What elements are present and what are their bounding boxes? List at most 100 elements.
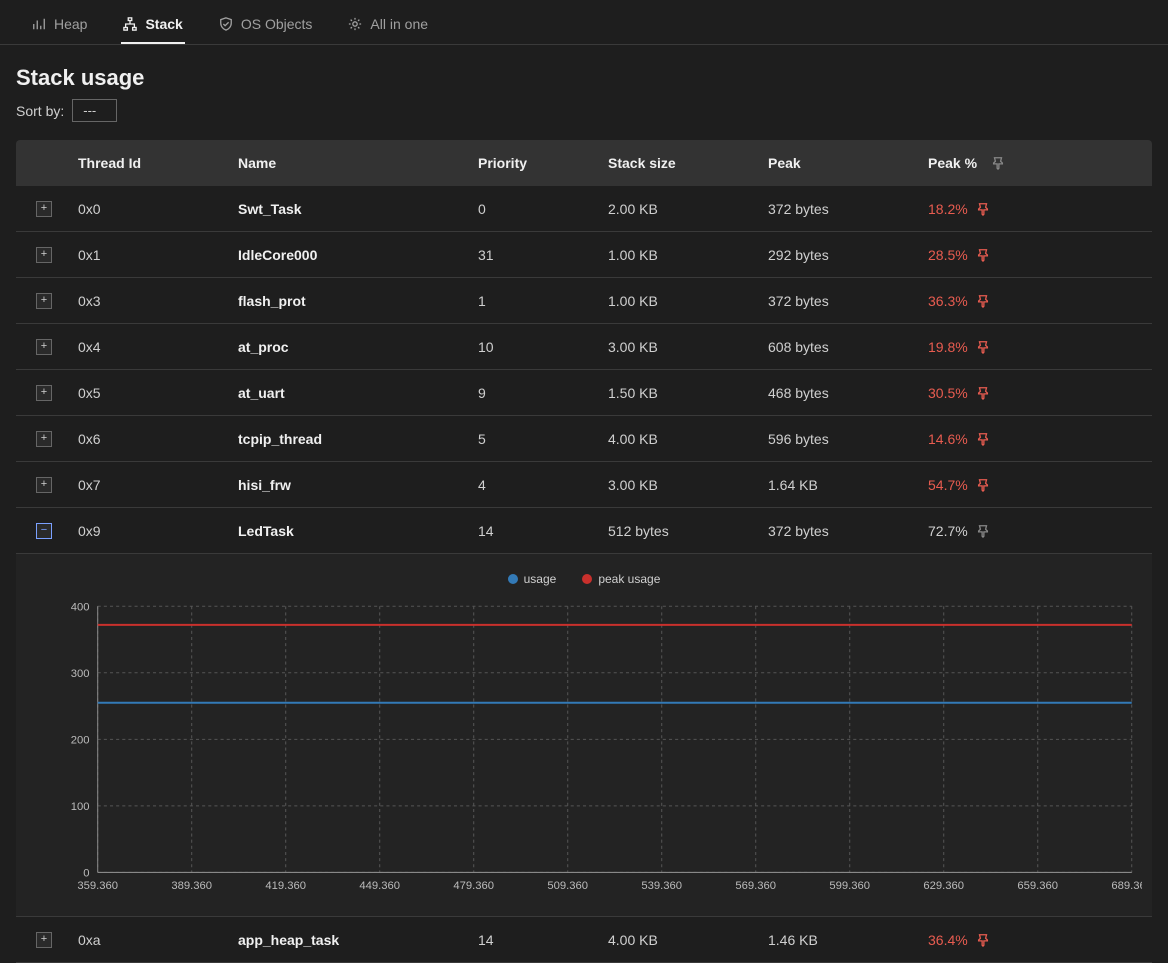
svg-text:689.360: 689.360 [1111, 880, 1142, 892]
cell-name: app_heap_task [232, 932, 472, 948]
pin-icon[interactable] [976, 524, 990, 538]
gear-icon [348, 17, 362, 31]
svg-text:539.360: 539.360 [641, 880, 682, 892]
cell-stack-size: 1.00 KB [602, 293, 762, 309]
cell-name: LedTask [232, 523, 472, 539]
svg-text:100: 100 [71, 801, 90, 813]
cell-stack-size: 3.00 KB [602, 339, 762, 355]
cell-stack-size: 3.00 KB [602, 477, 762, 493]
tab-label: All in one [370, 16, 428, 32]
cell-thread-id: 0x6 [72, 431, 232, 447]
cell-peak-pct: 72.7% [922, 523, 1152, 539]
cell-peak: 1.64 KB [762, 477, 922, 493]
expand-toggle[interactable]: + [36, 293, 52, 309]
cell-thread-id: 0x7 [72, 477, 232, 493]
sort-select[interactable]: --- [72, 99, 117, 122]
stack-table: Thread Id Name Priority Stack size Peak … [16, 140, 1152, 554]
legend-peak-usage[interactable]: peak usage [582, 572, 660, 586]
cell-peak: 1.46 KB [762, 932, 922, 948]
cell-stack-size: 4.00 KB [602, 431, 762, 447]
expand-toggle[interactable]: + [36, 477, 52, 493]
tab-bar: Heap Stack OS Objects All in one [0, 0, 1168, 45]
cell-stack-size: 512 bytes [602, 523, 762, 539]
table-row: + 0x0 Swt_Task 0 2.00 KB 372 bytes 18.2% [16, 186, 1152, 232]
cell-name: tcpip_thread [232, 431, 472, 447]
pin-icon[interactable] [976, 386, 990, 400]
tab-all-in-one[interactable]: All in one [346, 12, 430, 44]
table-row: + 0x3 flash_prot 1 1.00 KB 372 bytes 36.… [16, 278, 1152, 324]
cell-name: IdleCore000 [232, 247, 472, 263]
cell-peak-pct: 28.5% [922, 247, 1152, 263]
col-stack-size[interactable]: Stack size [602, 155, 762, 171]
cell-peak-pct: 14.6% [922, 431, 1152, 447]
svg-text:479.360: 479.360 [453, 880, 494, 892]
svg-text:200: 200 [71, 734, 90, 746]
shield-icon [219, 17, 233, 31]
cell-priority: 10 [472, 339, 602, 355]
tab-label: OS Objects [241, 16, 313, 32]
pin-icon[interactable] [976, 933, 990, 947]
svg-text:599.360: 599.360 [829, 880, 870, 892]
expand-toggle[interactable]: − [36, 523, 52, 539]
legend-usage[interactable]: usage [508, 572, 557, 586]
svg-text:359.360: 359.360 [77, 880, 118, 892]
svg-text:629.360: 629.360 [923, 880, 964, 892]
svg-text:569.360: 569.360 [735, 880, 776, 892]
expand-toggle[interactable]: + [36, 339, 52, 355]
expand-toggle[interactable]: + [36, 431, 52, 447]
tab-label: Stack [145, 16, 182, 32]
col-peak-pct[interactable]: Peak % [922, 155, 1152, 171]
cell-priority: 14 [472, 523, 602, 539]
pin-icon[interactable] [976, 248, 990, 262]
table-row: + 0x4 at_proc 10 3.00 KB 608 bytes 19.8% [16, 324, 1152, 370]
cell-peak-pct: 30.5% [922, 385, 1152, 401]
table-row: − 0x9 LedTask 14 512 bytes 372 bytes 72.… [16, 508, 1152, 554]
col-thread-id[interactable]: Thread Id [72, 155, 232, 171]
pin-icon [991, 156, 1005, 170]
cell-peak: 468 bytes [762, 385, 922, 401]
cell-thread-id: 0x0 [72, 201, 232, 217]
bar-chart-icon [32, 17, 46, 31]
cell-stack-size: 1.50 KB [602, 385, 762, 401]
tab-heap[interactable]: Heap [30, 12, 89, 44]
cell-stack-size: 2.00 KB [602, 201, 762, 217]
cell-priority: 9 [472, 385, 602, 401]
pin-icon[interactable] [976, 294, 990, 308]
pin-icon[interactable] [976, 478, 990, 492]
cell-priority: 0 [472, 201, 602, 217]
expand-toggle[interactable]: + [36, 247, 52, 263]
pin-icon[interactable] [976, 340, 990, 354]
usage-chart: 0100200300400359.360389.360419.360449.36… [26, 596, 1142, 903]
col-peak[interactable]: Peak [762, 155, 922, 171]
cell-thread-id: 0x9 [72, 523, 232, 539]
svg-text:419.360: 419.360 [265, 880, 306, 892]
table-row: + 0x6 tcpip_thread 5 4.00 KB 596 bytes 1… [16, 416, 1152, 462]
table-header-row: Thread Id Name Priority Stack size Peak … [16, 140, 1152, 186]
cell-thread-id: 0x3 [72, 293, 232, 309]
sort-row: Sort by: --- [0, 99, 1168, 140]
svg-text:400: 400 [71, 601, 90, 613]
pin-icon[interactable] [976, 432, 990, 446]
svg-text:449.360: 449.360 [359, 880, 400, 892]
expand-toggle[interactable]: + [36, 932, 52, 948]
chart-legend: usage peak usage [26, 572, 1142, 586]
sitemap-icon [123, 17, 137, 31]
tab-label: Heap [54, 16, 87, 32]
expand-toggle[interactable]: + [36, 201, 52, 217]
tab-stack[interactable]: Stack [121, 12, 184, 44]
col-priority[interactable]: Priority [472, 155, 602, 171]
cell-peak: 372 bytes [762, 201, 922, 217]
table-row: + 0x5 at_uart 9 1.50 KB 468 bytes 30.5% [16, 370, 1152, 416]
cell-peak-pct: 18.2% [922, 201, 1152, 217]
cell-stack-size: 4.00 KB [602, 932, 762, 948]
table-row: + 0x7 hisi_frw 4 3.00 KB 1.64 KB 54.7% [16, 462, 1152, 508]
expand-toggle[interactable]: + [36, 385, 52, 401]
cell-stack-size: 1.00 KB [602, 247, 762, 263]
col-name[interactable]: Name [232, 155, 472, 171]
pin-icon[interactable] [976, 202, 990, 216]
svg-text:659.360: 659.360 [1017, 880, 1058, 892]
tab-os-objects[interactable]: OS Objects [217, 12, 315, 44]
svg-text:300: 300 [71, 668, 90, 680]
cell-priority: 4 [472, 477, 602, 493]
svg-text:509.360: 509.360 [547, 880, 588, 892]
